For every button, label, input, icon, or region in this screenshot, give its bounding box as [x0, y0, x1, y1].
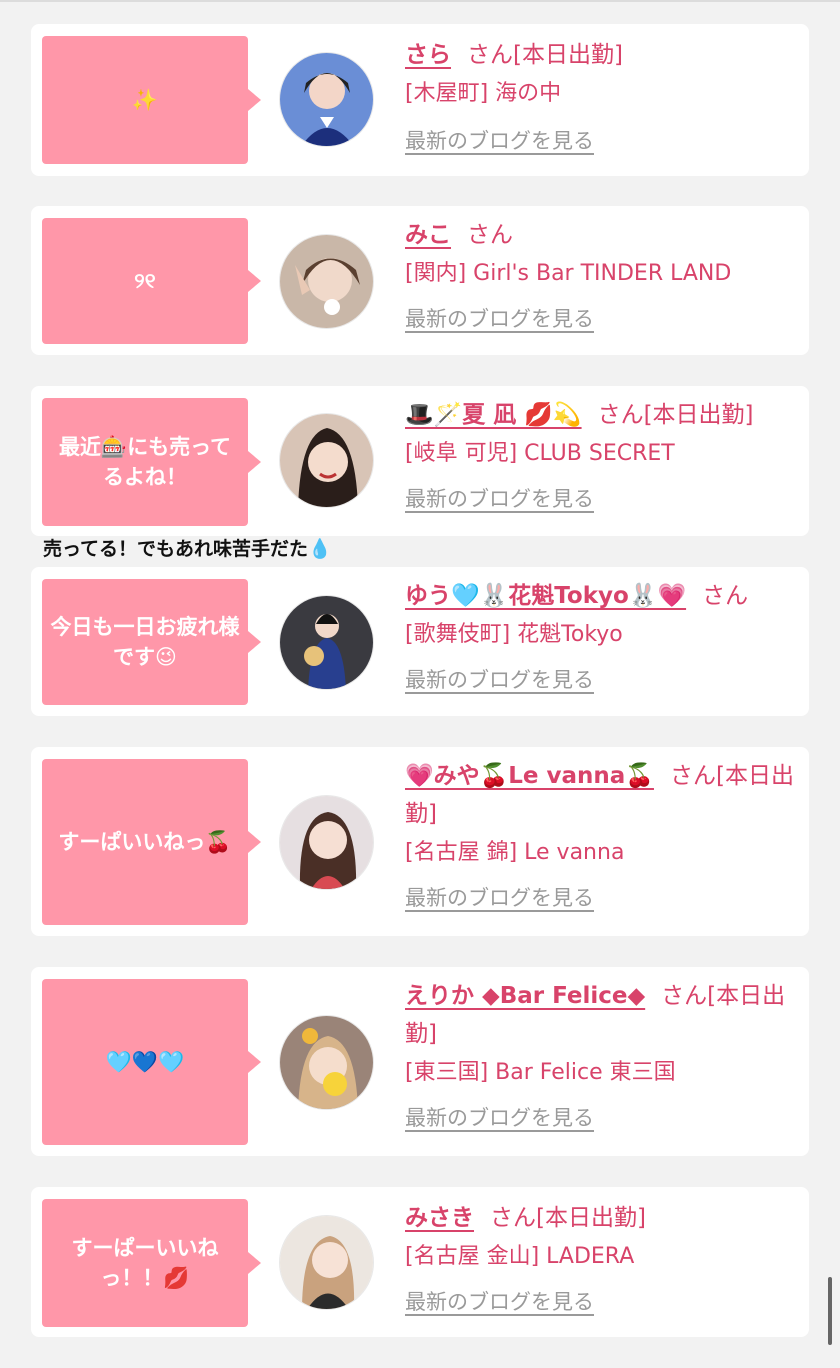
avatar[interactable]: [279, 595, 374, 690]
avatar[interactable]: [279, 1015, 374, 1110]
latest-blog-link[interactable]: 最新のブログを見る: [405, 1101, 594, 1135]
san-suffix: さん: [467, 222, 513, 248]
avatar[interactable]: [279, 52, 374, 147]
avatar[interactable]: [279, 795, 374, 890]
comment-bubble: 今日も一日お疲れ様です😉: [42, 579, 261, 705]
shop-name: [名古屋 金山] LADERA: [405, 1244, 635, 1269]
comment-bubble: ୨୧: [42, 218, 261, 344]
san-suffix: さん: [661, 983, 708, 1009]
girl-card: すーぱーいいねっ！！💋 みさき さん[本日出勤] [名古屋 金山] LADERA …: [31, 1187, 809, 1337]
shop-name: [木屋町] 海の中: [405, 81, 562, 106]
girl-name-link[interactable]: 💗みや🍒Le vanna🍒: [405, 763, 654, 789]
shop-name: [東三国] Bar Felice 東三国: [405, 1060, 676, 1085]
status-badge: [本日出勤]: [513, 42, 623, 68]
comment-text: ✨: [131, 88, 159, 112]
shop-name: [歌舞伎町] 花魁Tokyo: [405, 622, 623, 647]
girl-name-link[interactable]: さら: [405, 42, 451, 68]
top-divider: [0, 0, 840, 2]
girl-card: 🩵💙🩵 えりか ◆Bar Felice◆ さん[本日出勤] [東三国] Bar F…: [31, 967, 809, 1156]
avatar[interactable]: [279, 234, 374, 329]
comment-reply-text: 売ってる！でもあれ味苦手だた💧: [43, 538, 332, 560]
girl-card: ୨୧ みこ さん [関内] Girl's Bar TINDER LAND 最新のブ…: [31, 206, 809, 355]
latest-blog-link[interactable]: 最新のブログを見る: [405, 881, 594, 915]
girl-card: 今日も一日お疲れ様です😉 ゆう🩵🐰花魁Tokyo🐰💗 さん [歌舞伎町] 花魁To…: [31, 567, 809, 716]
girl-name-link[interactable]: みこ: [405, 222, 451, 248]
shop-name: [関内] Girl's Bar TINDER LAND: [405, 261, 732, 286]
status-badge: [本日出勤]: [536, 1205, 646, 1231]
san-suffix: さん: [702, 583, 749, 609]
latest-blog-link[interactable]: 最新のブログを見る: [405, 1285, 594, 1319]
girl-card: ✨ さら さん[本日出勤] [木屋町] 海の中 最新のブログを見る: [31, 24, 809, 176]
comment-bubble: 最近🎰にも売ってるよね！: [42, 398, 261, 526]
girl-name-link[interactable]: えりか ◆Bar Felice◆: [405, 983, 645, 1009]
san-suffix: さん: [467, 42, 513, 68]
scrollbar[interactable]: [828, 1277, 832, 1345]
latest-blog-link[interactable]: 最新のブログを見る: [405, 124, 594, 158]
comment-text: すーぱいいねっ🍒: [58, 830, 232, 854]
avatar[interactable]: [279, 413, 374, 508]
comment-bubble: すーぱーいいねっ！！💋: [42, 1199, 261, 1327]
comment-bubble: すーぱいいねっ🍒: [42, 759, 261, 925]
comment-text: 🩵💙🩵: [105, 1050, 185, 1074]
girl-card: すーぱいいねっ🍒 💗みや🍒Le vanna🍒 さん[本日出勤] [名古屋 錦] L…: [31, 747, 809, 936]
comment-bubble: 🩵💙🩵: [42, 979, 261, 1145]
comment-text: 最近🎰にも売ってるよね！: [58, 435, 232, 489]
status-badge: [本日出勤]: [643, 402, 754, 428]
girl-name-link[interactable]: ゆう🩵🐰花魁Tokyo🐰💗: [405, 583, 686, 609]
latest-blog-link[interactable]: 最新のブログを見る: [405, 663, 594, 697]
comment-bubble: ✨: [42, 36, 261, 164]
san-suffix: さん: [490, 1205, 536, 1231]
girl-name-link[interactable]: みさき: [405, 1205, 474, 1231]
comment-text: ୨୧: [134, 269, 156, 293]
latest-blog-link[interactable]: 最新のブログを見る: [405, 302, 594, 336]
girl-card: 最近🎰にも売ってるよね！ 🎩🪄夏 凪 💋💫 さん[本日出勤] [岐阜 可児] CL…: [31, 386, 809, 536]
girl-name-link[interactable]: 🎩🪄夏 凪 💋💫: [405, 402, 582, 428]
shop-name: [岐阜 可児] CLUB SECRET: [405, 441, 675, 466]
comment-text: 今日も一日お疲れ様です😉: [50, 615, 240, 669]
san-suffix: さん: [597, 402, 644, 428]
comment-text: すーぱーいいねっ！！💋: [71, 1236, 219, 1290]
latest-blog-link[interactable]: 最新のブログを見る: [405, 482, 594, 516]
shop-name: [名古屋 錦] Le vanna: [405, 840, 625, 865]
avatar[interactable]: [279, 1215, 374, 1310]
san-suffix: さん: [669, 763, 716, 789]
